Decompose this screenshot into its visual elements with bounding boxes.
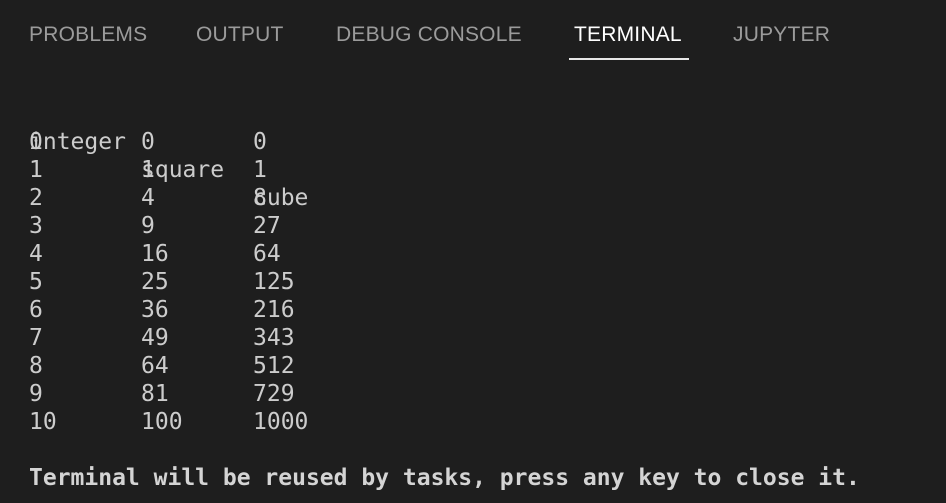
integer-value: 5 xyxy=(29,269,43,295)
integer-value: 1 xyxy=(29,157,43,183)
terminal-line: 0 0 0 xyxy=(29,128,929,156)
square-value: 49 xyxy=(141,325,169,351)
terminal-line: 7 49 343 xyxy=(29,324,929,352)
integer-value: 9 xyxy=(29,381,43,407)
integer-value: 3 xyxy=(29,213,43,239)
terminal-line: 5 25 125 xyxy=(29,268,929,296)
terminal-line: 4 16 64 xyxy=(29,240,929,268)
tab-debug-console[interactable]: DEBUG CONSOLE xyxy=(336,20,522,50)
integer-value: 4 xyxy=(29,241,43,267)
tab-jupyter[interactable]: JUPYTER xyxy=(733,20,830,50)
cube-value: 1000 xyxy=(253,409,309,435)
square-value: 0 xyxy=(141,129,155,155)
terminal-line: 3 9 27 xyxy=(29,212,929,240)
square-value: 81 xyxy=(141,381,169,407)
tab-terminal[interactable]: TERMINAL xyxy=(574,20,682,50)
integer-value: 7 xyxy=(29,325,43,351)
cube-value: 1 xyxy=(253,157,267,183)
cube-value: 0 xyxy=(253,129,267,155)
terminal-line: 8 64 512 xyxy=(29,352,929,380)
integer-value: 2 xyxy=(29,185,43,211)
terminal-output[interactable]: integer square cube 0 0 0 1 1 1 2 4 8 3 9 27 4 16 64 5 2… xyxy=(29,100,929,436)
square-value: 9 xyxy=(141,213,155,239)
square-value: 1 xyxy=(141,157,155,183)
cube-value: 512 xyxy=(253,353,295,379)
active-tab-indicator xyxy=(569,58,689,60)
square-value: 36 xyxy=(141,297,169,323)
cube-value: 216 xyxy=(253,297,295,323)
integer-value: 6 xyxy=(29,297,43,323)
cube-value: 8 xyxy=(253,185,267,211)
terminal-line: 2 4 8 xyxy=(29,184,929,212)
panel-tab-bar: PROBLEMS OUTPUT DEBUG CONSOLE TERMINAL J… xyxy=(0,0,946,64)
integer-value: 8 xyxy=(29,353,43,379)
terminal-line: 10 100 1000 xyxy=(29,408,929,436)
cube-value: 343 xyxy=(253,325,295,351)
terminal-line: 6 36 216 xyxy=(29,296,929,324)
terminal-header-row: integer square cube xyxy=(29,100,929,211)
square-value: 25 xyxy=(141,269,169,295)
square-value: 4 xyxy=(141,185,155,211)
square-value: 16 xyxy=(141,241,169,267)
integer-value: 10 xyxy=(29,409,57,435)
cube-value: 64 xyxy=(253,241,281,267)
square-value: 64 xyxy=(141,353,169,379)
integer-value: 0 xyxy=(29,129,43,155)
cube-value: 125 xyxy=(253,269,295,295)
tab-problems[interactable]: PROBLEMS xyxy=(29,20,147,50)
terminal-rows: 0 0 0 1 1 1 2 4 8 3 9 27 4 16 64 5 25 125 6 36 216 7 49 343 8 64 5… xyxy=(29,128,929,436)
terminal-status-message: Terminal will be reused by tasks, press … xyxy=(29,465,860,491)
square-value: 100 xyxy=(141,409,183,435)
tab-output[interactable]: OUTPUT xyxy=(196,20,284,50)
terminal-line: 1 1 1 xyxy=(29,156,929,184)
cube-value: 729 xyxy=(253,381,295,407)
terminal-line: 9 81 729 xyxy=(29,380,929,408)
terminal-panel: PROBLEMS OUTPUT DEBUG CONSOLE TERMINAL J… xyxy=(0,0,946,503)
cube-value: 27 xyxy=(253,213,281,239)
